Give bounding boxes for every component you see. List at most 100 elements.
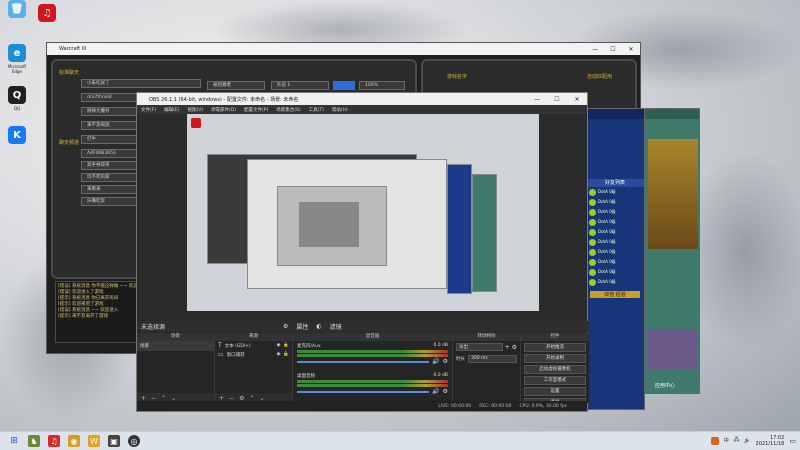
friend-avatar-icon xyxy=(589,228,596,236)
ime-language[interactable]: 中 xyxy=(724,437,729,444)
mixer-channel-header: 桌面音频 0.0 dB xyxy=(297,373,448,379)
gear-icon[interactable]: ⚙ xyxy=(283,323,288,330)
gear-icon[interactable]: ⚙ xyxy=(443,388,448,395)
volume-icon[interactable]: 🔊 xyxy=(432,358,439,365)
game-color-swatch[interactable] xyxy=(333,81,355,90)
mixer-list: 麦克风/Aux 0.0 dB 🔊 ⚙ 桌面音频 0.0 dB 🔊 ⚙ xyxy=(293,341,452,405)
game-field[interactable]: 100% xyxy=(359,81,405,90)
lock-icon[interactable]: 🔒 xyxy=(283,352,289,357)
qq-friend-row[interactable]: DotA 0级 xyxy=(586,217,644,227)
minimize-icon[interactable]: — xyxy=(586,46,604,53)
friend-status: DotA 0级 xyxy=(598,189,616,194)
live-status: LIVE: 00:00:00 xyxy=(438,403,472,409)
audio-meter xyxy=(297,350,448,353)
obs-menu-item[interactable]: 配置文件(P) xyxy=(244,107,268,113)
obs-menubar: 文件(F) 编辑(E) 视图(V) 停靠部件(D) 配置文件(P) 场景集合(S) 工具(T… xyxy=(137,105,587,114)
obs-menu-item[interactable]: 工具(T) xyxy=(309,107,324,113)
control-button[interactable]: 启动虚拟摄像机 xyxy=(524,365,586,374)
qq-titlebar[interactable] xyxy=(586,109,644,119)
eye-icon[interactable]: ◉ xyxy=(276,343,280,348)
duration-row: 时长 300 ms xyxy=(453,353,520,365)
qq-friend-row[interactable]: DotA 0级 xyxy=(586,267,644,277)
obs-menu-item[interactable]: 帮助(H) xyxy=(332,107,348,113)
taskbar-app-icon[interactable]: ◉ xyxy=(68,435,80,447)
mixer-channel: 麦克风/Aux 0.0 dB 🔊 ⚙ xyxy=(297,343,448,365)
eye-icon[interactable]: ◉ xyxy=(276,352,280,357)
qq-friend-row[interactable]: DotA 0级 xyxy=(586,187,644,197)
close-icon[interactable]: ✕ xyxy=(567,96,587,103)
scene-list-item[interactable]: 场景 xyxy=(137,341,214,351)
obs-menu-item[interactable]: 编辑(E) xyxy=(164,107,179,113)
taskbar-obs-icon[interactable]: ◎ xyxy=(128,435,140,447)
taskbar-netease-icon[interactable]: ♫ xyxy=(48,435,60,447)
qq-friends-header: 好友列表 xyxy=(586,179,644,187)
desktop-icon[interactable]: ♫ xyxy=(34,4,60,24)
taskbar-clock[interactable]: 17:02 2021/11/18 xyxy=(756,435,785,447)
obs-window[interactable]: OBS 26.1.1 (64-bit, windows) - 配置文件: 未命名… xyxy=(136,92,589,412)
source-list-item[interactable]: ▭ 窗口捕获 ◉ 🔒 xyxy=(215,350,292,359)
recycle-bin-icon: 🗑 xyxy=(8,0,26,18)
game-field[interactable]: 被招募者 xyxy=(207,81,265,90)
desktop-icon[interactable]: Q QQ xyxy=(4,86,30,111)
maximize-icon[interactable]: ☐ xyxy=(604,46,622,53)
transitions-dock: 转场特效 淡出 + ⚙ 时长 300 ms xyxy=(453,333,521,403)
add-icon[interactable]: + xyxy=(505,344,510,351)
qq-footer-app-center[interactable]: 应用中心 xyxy=(655,382,675,389)
windows-start-icon[interactable]: ⊞ xyxy=(8,435,20,447)
game-titlebar[interactable]: Warcraft III — ☐ ✕ xyxy=(47,43,640,55)
volume-slider[interactable] xyxy=(297,360,430,363)
control-button[interactable]: 开始推流 xyxy=(524,343,586,352)
notification-icon[interactable]: ▭ xyxy=(789,437,796,445)
taskbar-app-icon[interactable]: ♞ xyxy=(28,435,40,447)
obs-preview-canvas[interactable] xyxy=(187,114,539,311)
filters-button[interactable]: 滤镜 xyxy=(330,322,342,331)
qq-friend-row[interactable]: DotA 0级 xyxy=(586,197,644,207)
desktop-icon[interactable]: 🗑 xyxy=(4,0,30,20)
qq-friends-window[interactable]: 好友列表 DotA 0级 DotA 0级 DotA 0级 DotA 0级 DotA 0级… xyxy=(585,108,645,410)
preview-nested-qq xyxy=(447,164,472,294)
maximize-icon[interactable]: ☐ xyxy=(547,96,567,103)
minimize-icon[interactable]: — xyxy=(527,96,547,103)
network-icon[interactable]: 🖧 xyxy=(734,437,740,445)
obs-menu-item[interactable]: 视图(V) xyxy=(187,107,203,113)
control-button[interactable]: 开始录制 xyxy=(524,354,586,363)
source-list-item[interactable]: T 文本 (GDI+) ◉ 🔒 xyxy=(215,341,292,350)
control-button[interactable]: 工作室模式 xyxy=(524,376,586,385)
lock-icon[interactable]: 🔒 xyxy=(283,343,289,348)
taskbar-app-icon[interactable]: ▣ xyxy=(108,435,120,447)
obs-menu-item[interactable]: 场景集合(S) xyxy=(276,107,300,113)
netease-music-icon: ♫ xyxy=(38,4,56,22)
game-list-button[interactable]: 小朱吃屎了 xyxy=(81,79,201,88)
volume-icon[interactable]: 🔊 xyxy=(432,388,439,395)
game-field[interactable]: 队伍 1 xyxy=(271,81,329,90)
volume-slider[interactable] xyxy=(297,390,430,393)
gear-icon[interactable]: ⚙ xyxy=(443,358,448,365)
filter-icon[interactable]: ◐ xyxy=(316,323,321,330)
qq-friend-row[interactable]: DotA 0级 xyxy=(586,257,644,267)
game-label-game-name: 游戏名字 xyxy=(447,74,468,80)
duration-input[interactable]: 300 ms xyxy=(468,355,517,363)
properties-button[interactable]: 属性 xyxy=(296,322,308,331)
gear-icon[interactable]: ⚙ xyxy=(512,344,517,351)
transition-select[interactable]: 淡出 xyxy=(456,343,503,351)
taskbar: ⊞ ♞ ♫ ◉ W ▣ ◎ 中 🖧 🔊 17:02 2021/11/18 ▭ xyxy=(0,431,800,450)
desktop-icon[interactable]: e Microsoft Edge xyxy=(4,44,30,74)
friend-status: DotA 0级 xyxy=(598,249,616,254)
preview-nested-recursion-inner xyxy=(299,202,359,247)
obs-titlebar[interactable]: OBS 26.1.1 (64-bit, windows) - 配置文件: 未命名… xyxy=(137,93,587,105)
obs-menu-item[interactable]: 停靠部件(D) xyxy=(211,107,236,113)
ime-logo-icon[interactable] xyxy=(710,436,719,445)
desktop-icon[interactable]: K xyxy=(4,126,30,146)
qq-friend-row[interactable]: DotA 0级 xyxy=(586,237,644,247)
qq-friend-row[interactable]: DotA 0级 xyxy=(586,277,644,287)
controls-list: 开始推流开始录制启动虚拟摄像机工作室模式设置退出 xyxy=(521,341,589,407)
qq-friend-row[interactable]: DotA 0级 xyxy=(586,207,644,217)
friend-status: DotA 0级 xyxy=(598,219,616,224)
taskbar-warcraft-icon[interactable]: W xyxy=(88,435,100,447)
qq-friend-row[interactable]: DotA 0级 xyxy=(586,227,644,237)
obs-menu-item[interactable]: 文件(F) xyxy=(141,107,156,113)
qq-friend-row[interactable]: DotA 0级 xyxy=(586,247,644,257)
volume-icon[interactable]: 🔊 xyxy=(744,438,750,444)
control-button[interactable]: 设置 xyxy=(524,387,586,396)
close-icon[interactable]: ✕ xyxy=(622,46,640,53)
